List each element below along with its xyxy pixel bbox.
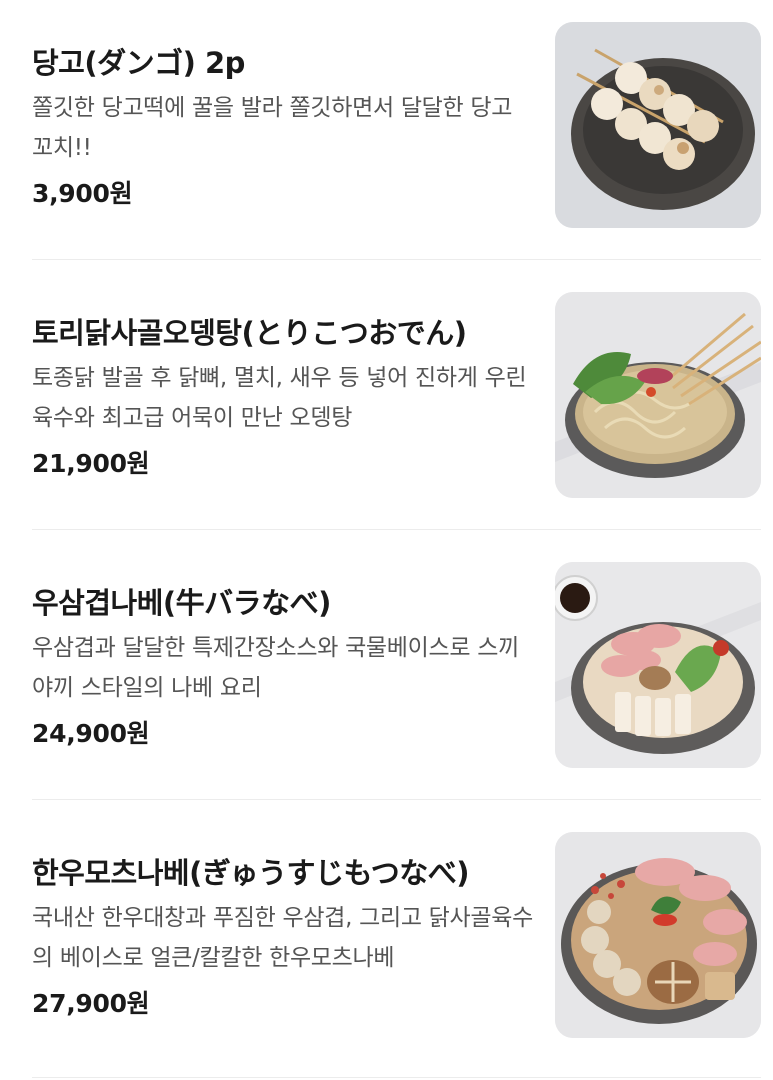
beef-brisket-nabe-photo[interactable] [555, 562, 761, 768]
divider [32, 799, 761, 800]
menu-item-price: 3,900원 [32, 179, 133, 208]
menu-item-description: 우삼겹과 달달한 특제간장소스와 국물베이스로 스끼야끼 스타일의 나베 요리 [32, 635, 519, 701]
dango-skewers-photo[interactable] [555, 22, 761, 228]
divider [32, 1077, 761, 1078]
menu-item-dango[interactable]: 당고(ダンゴ) 2p 쫄깃한 당고떡에 꿀을 발라 쫄깃하면서 달달한 당고 꼬… [0, 0, 773, 270]
menu-item-description: 국내산 한우대창과 푸짐한 우삼겹, 그리고 닭사골육수의 베이스로 얼큰/칼칼… [32, 905, 533, 971]
menu-item-name: 당고(ダンゴ) 2p [32, 46, 245, 80]
menu-item-gyu-bara-nabe[interactable]: 우삼겹나베(牛バラなべ) 우삼겹과 달달한 특제간장소스와 국물베이스로 스끼야… [0, 540, 773, 810]
menu-item-price: 21,900원 [32, 449, 150, 478]
menu-item-name: 한우모츠나베(ぎゅうすじもつなべ) [32, 856, 470, 890]
menu-item-description: 쫄깃한 당고떡에 꿀을 발라 쫄깃하면서 달달한 당고 꼬치!! [32, 95, 513, 161]
menu-item-price: 27,900원 [32, 989, 150, 1018]
menu-list: 당고(ダンゴ) 2p 쫄깃한 당고떡에 꿀을 발라 쫄깃하면서 달달한 당고 꼬… [0, 0, 773, 1078]
menu-item-name: 토리닭사골오뎅탕(とりこつおでん) [32, 316, 467, 350]
menu-item-oden[interactable]: 토리닭사골오뎅탕(とりこつおでん) 토종닭 발골 후 닭뼈, 멸치, 새우 등 … [0, 270, 773, 540]
motsu-nabe-photo[interactable] [555, 832, 761, 1038]
divider [32, 529, 761, 530]
oden-hotpot-photo[interactable] [555, 292, 761, 498]
menu-item-price: 24,900원 [32, 719, 150, 748]
menu-item-motsu-nabe[interactable]: 한우모츠나베(ぎゅうすじもつなべ) 국내산 한우대창과 푸짐한 우삼겹, 그리고… [0, 810, 773, 1080]
divider [32, 259, 761, 260]
menu-item-name: 우삼겹나베(牛バラなべ) [32, 586, 331, 620]
menu-item-description: 토종닭 발골 후 닭뼈, 멸치, 새우 등 넣어 진하게 우린 육수와 최고급 … [32, 365, 527, 431]
